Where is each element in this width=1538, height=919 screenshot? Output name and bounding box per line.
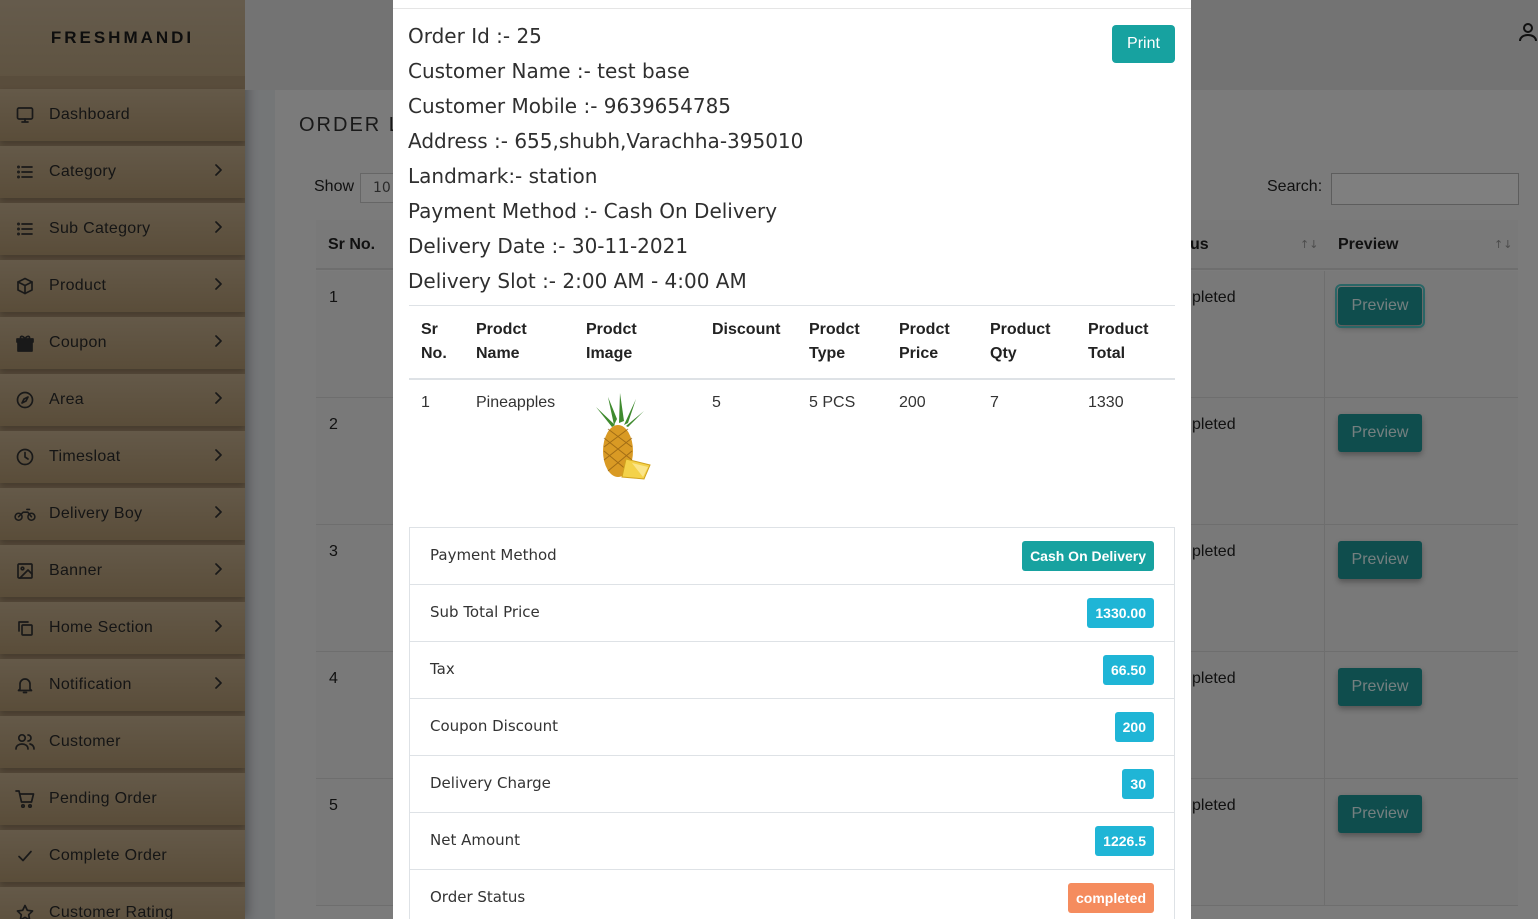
order-items-table: Sr No. Prodct Name Prodct Image Discount Prodct…: [409, 305, 1175, 504]
summary-row-sub-total-price: Sub Total Price 1330.00: [410, 585, 1174, 642]
summary-label: Order Status: [430, 888, 526, 906]
header-line-1: Prodct: [809, 321, 860, 338]
order-id: Order Id :- 25: [408, 24, 542, 48]
table-row: 1 Pineapples 5 5 PCS 200 7 1330: [409, 379, 1175, 504]
summary-value-badge: 66.50: [1102, 655, 1154, 685]
cell-name: Pineapples: [476, 394, 556, 411]
header-line-1: Sr: [421, 321, 438, 338]
summary-row-order-status: Order Status completed: [410, 870, 1174, 919]
pineapple-image: [596, 393, 651, 480]
header-line-2: Type: [809, 345, 846, 362]
header-line-1: Prodct: [899, 321, 950, 338]
summary-label: Sub Total Price: [430, 603, 540, 621]
summary-label: Delivery Charge: [430, 774, 551, 792]
summary-row-tax: Tax 66.50: [410, 642, 1174, 699]
header-line-1: Prodct: [586, 321, 637, 338]
summary-row-payment-method: Payment Method Cash On Delivery: [410, 528, 1174, 585]
summary-label: Tax: [430, 660, 455, 678]
summary-value-badge: Cash On Delivery: [1022, 541, 1154, 571]
header-line-1: Discount: [712, 321, 781, 338]
summary-value-badge: 30: [1122, 769, 1154, 799]
header-line-2: Total: [1088, 345, 1126, 362]
order-detail-modal: Order Id :- 25 Customer Name :- test bas…: [393, 0, 1191, 919]
landmark: Landmark:- station: [408, 164, 598, 188]
summary-label: Payment Method: [430, 546, 557, 564]
summary-value-badge: completed: [1067, 883, 1154, 913]
header-product-price: Prodct Price: [887, 305, 978, 380]
cell-sr: 1: [421, 394, 430, 411]
header-line-1: Prodct: [476, 321, 527, 338]
items-body: 1 Pineapples 5 5 PCS 200 7 1330: [409, 379, 1175, 504]
header-line-2: No.: [421, 345, 447, 362]
cell-type: 5 PCS: [809, 394, 856, 411]
header-product-name: Prodct Name: [464, 305, 574, 380]
header-line-2: Qty: [990, 345, 1017, 362]
items-header-row: Sr No. Prodct Name Prodct Image Discount Prodct…: [409, 305, 1175, 380]
summary-value-badge: 1226.5: [1095, 826, 1154, 856]
address: Address :- 655,shubh,Varachha-395010: [408, 129, 804, 153]
cell-qty: 7: [990, 394, 999, 411]
delivery-slot: Delivery Slot :- 2:00 AM - 4:00 AM: [408, 269, 747, 293]
header-product-type: Prodct Type: [797, 305, 887, 380]
cell-price: 200: [899, 394, 926, 411]
summary-row-coupon-discount: Coupon Discount 200: [410, 699, 1174, 756]
cell-product-image: [574, 379, 700, 504]
summary-label: Net Amount: [430, 831, 521, 849]
header-sr-no: Sr No.: [409, 305, 464, 380]
summary-row-net-amount: Net Amount 1226.5: [410, 813, 1174, 870]
header-line-2: Name: [476, 345, 520, 362]
summary-label: Coupon Discount: [430, 717, 558, 735]
modal-divider: [393, 8, 1191, 9]
cell-discount: 5: [712, 394, 721, 411]
delivery-date: Delivery Date :- 30-11-2021: [408, 234, 689, 258]
header-line-2: Price: [899, 345, 939, 362]
header-discount: Discount: [700, 305, 797, 380]
payment-method-line: Payment Method :- Cash On Delivery: [408, 199, 778, 223]
header-product-total: Product Total: [1076, 305, 1175, 380]
customer-mobile: Customer Mobile :- 9639654785: [408, 94, 732, 118]
header-line-1: Product: [990, 321, 1051, 338]
summary-value-badge: 1330.00: [1087, 598, 1154, 628]
header-line-1: Product: [1088, 321, 1149, 338]
order-summary: Payment Method Cash On Delivery Sub Total …: [409, 527, 1175, 919]
summary-row-delivery-charge: Delivery Charge 30: [410, 756, 1174, 813]
header-product-qty: Product Qty: [978, 305, 1076, 380]
cell-total: 1330: [1088, 394, 1124, 411]
summary-value-badge: 200: [1114, 712, 1154, 742]
header-line-2: Image: [586, 345, 633, 362]
customer-name: Customer Name :- test base: [408, 59, 690, 83]
header-product-image: Prodct Image: [574, 305, 700, 380]
print-button[interactable]: Print: [1112, 25, 1175, 63]
